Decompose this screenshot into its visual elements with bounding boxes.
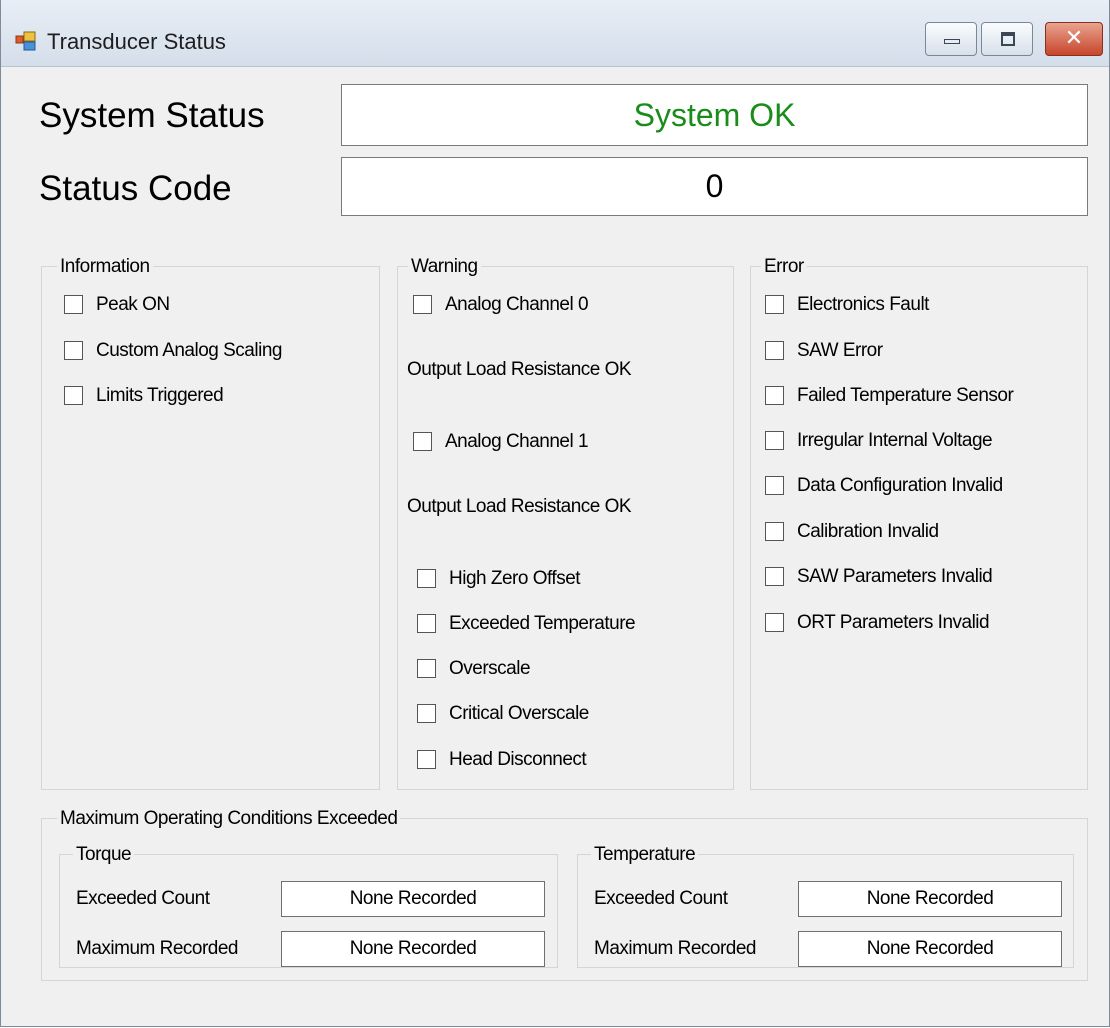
- system-status-label: System Status: [39, 96, 265, 135]
- status-code-label: Status Code: [39, 169, 232, 208]
- peak-on-label: Peak ON: [96, 294, 170, 315]
- torque-exceeded-count-field: None Recorded: [281, 881, 545, 917]
- channel-0-resistance-status: Output Load Resistance OK: [407, 359, 632, 380]
- maximize-button[interactable]: [981, 22, 1033, 56]
- minimize-button[interactable]: [925, 22, 977, 56]
- minimize-icon: [944, 39, 960, 44]
- close-icon: ✕: [1064, 26, 1084, 51]
- limits-triggered-checkbox[interactable]: [64, 386, 83, 405]
- head-disconnect-label: Head Disconnect: [449, 749, 587, 770]
- calibration-invalid-label: Calibration Invalid: [797, 521, 939, 542]
- custom-analog-scaling-checkbox[interactable]: [64, 341, 83, 360]
- ort-parameters-invalid-checkbox[interactable]: [765, 613, 784, 632]
- saw-parameters-invalid-label: SAW Parameters Invalid: [797, 566, 993, 587]
- saw-error-checkbox[interactable]: [765, 341, 784, 360]
- failed-temperature-sensor-label: Failed Temperature Sensor: [797, 385, 1014, 406]
- analog-channel-0-checkbox[interactable]: [413, 295, 432, 314]
- critical-overscale-checkbox[interactable]: [417, 704, 436, 723]
- ort-parameters-invalid-label: ORT Parameters Invalid: [797, 612, 990, 633]
- data-configuration-invalid-label: Data Configuration Invalid: [797, 475, 1003, 496]
- temperature-exceeded-count-field: None Recorded: [798, 881, 1062, 917]
- analog-channel-1-checkbox[interactable]: [413, 432, 432, 451]
- electronics-fault-checkbox[interactable]: [765, 295, 784, 314]
- system-status-field: System OK: [341, 84, 1088, 146]
- exceeded-temperature-checkbox[interactable]: [417, 614, 436, 633]
- irregular-internal-voltage-checkbox[interactable]: [765, 431, 784, 450]
- custom-analog-scaling-label: Custom Analog Scaling: [96, 340, 282, 361]
- status-code-field: 0: [341, 157, 1088, 216]
- system-status-value: System OK: [633, 97, 796, 133]
- analog-channel-0-label: Analog Channel 0: [445, 294, 589, 315]
- torque-title: Torque: [73, 844, 135, 866]
- error-title: Error: [761, 256, 807, 278]
- exceeded-temperature-label: Exceeded Temperature: [449, 613, 636, 634]
- maximize-icon: [1001, 32, 1015, 46]
- electronics-fault-label: Electronics Fault: [797, 294, 929, 315]
- critical-overscale-label: Critical Overscale: [449, 703, 589, 724]
- high-zero-offset-checkbox[interactable]: [417, 569, 436, 588]
- temperature-title: Temperature: [591, 844, 699, 866]
- temperature-max-recorded-field: None Recorded: [798, 931, 1062, 967]
- information-title: Information: [57, 256, 153, 278]
- max-conditions-title: Maximum Operating Conditions Exceeded: [57, 808, 401, 830]
- analog-channel-1-label: Analog Channel 1: [445, 431, 589, 452]
- title-bar[interactable]: Transducer Status ✕: [1, 0, 1109, 67]
- data-configuration-invalid-checkbox[interactable]: [765, 476, 784, 495]
- channel-1-resistance-status: Output Load Resistance OK: [407, 496, 632, 517]
- overscale-checkbox[interactable]: [417, 659, 436, 678]
- torque-exceeded-count-label: Exceeded Count: [76, 888, 210, 909]
- irregular-internal-voltage-label: Irregular Internal Voltage: [797, 430, 993, 451]
- calibration-invalid-checkbox[interactable]: [765, 522, 784, 541]
- overscale-label: Overscale: [449, 658, 531, 679]
- saw-error-label: SAW Error: [797, 340, 883, 361]
- peak-on-checkbox[interactable]: [64, 295, 83, 314]
- high-zero-offset-label: High Zero Offset: [449, 568, 581, 589]
- window-title: Transducer Status: [47, 29, 226, 54]
- transducer-status-window: Transducer Status ✕ System Status System…: [0, 0, 1110, 1027]
- app-icon: [15, 31, 36, 51]
- temperature-max-recorded-label: Maximum Recorded: [594, 938, 757, 959]
- temperature-exceeded-count-label: Exceeded Count: [594, 888, 728, 909]
- failed-temperature-sensor-checkbox[interactable]: [765, 386, 784, 405]
- torque-max-recorded-label: Maximum Recorded: [76, 938, 239, 959]
- head-disconnect-checkbox[interactable]: [417, 750, 436, 769]
- status-code-value: 0: [705, 168, 724, 204]
- close-button[interactable]: ✕: [1045, 22, 1103, 56]
- saw-parameters-invalid-checkbox[interactable]: [765, 567, 784, 586]
- torque-max-recorded-field: None Recorded: [281, 931, 545, 967]
- warning-title: Warning: [408, 256, 481, 278]
- limits-triggered-label: Limits Triggered: [96, 385, 224, 406]
